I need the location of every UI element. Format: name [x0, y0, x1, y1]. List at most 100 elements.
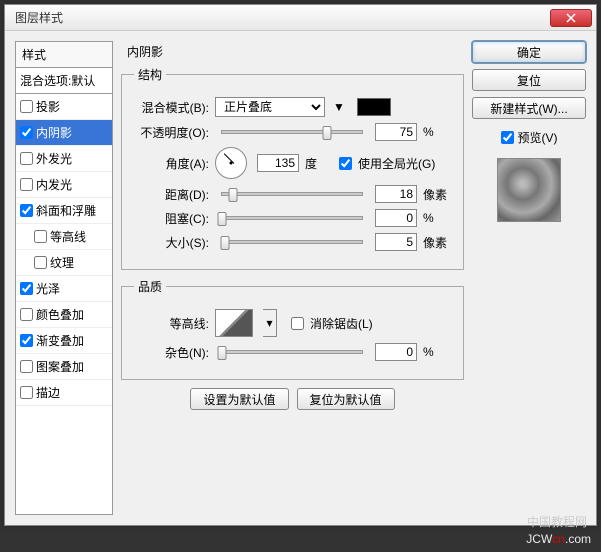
- watermark-url: JCWcn.com: [526, 530, 591, 546]
- choke-row: 阻塞(C): %: [134, 209, 451, 227]
- preview-checkbox[interactable]: [501, 131, 514, 144]
- style-checkbox-5[interactable]: [34, 230, 47, 243]
- global-light-checkbox[interactable]: [339, 157, 352, 170]
- antialias-label: 消除锯齿(L): [310, 315, 373, 332]
- quality-fieldset: 品质 等高线: ▾ 消除锯齿(L) 杂色(N): %: [121, 278, 464, 380]
- preview-thumbnail: [497, 158, 561, 222]
- reset-default-button[interactable]: 复位为默认值: [297, 388, 395, 410]
- size-unit: 像素: [423, 234, 451, 251]
- style-label-2: 外发光: [36, 150, 72, 167]
- style-item-10[interactable]: 图案叠加: [16, 354, 112, 380]
- size-input[interactable]: [375, 233, 417, 251]
- structure-fieldset: 结构 混合模式(B): 正片叠底 ▼ 不透明度(O): % 角度(A):: [121, 66, 464, 270]
- angle-dial[interactable]: [215, 147, 247, 179]
- contour-picker-button[interactable]: ▾: [263, 309, 277, 337]
- main-panel: 内阴影 结构 混合模式(B): 正片叠底 ▼ 不透明度(O): % 角度(A):: [121, 41, 464, 515]
- noise-input[interactable]: [375, 343, 417, 361]
- ok-button[interactable]: 确定: [472, 41, 586, 63]
- noise-row: 杂色(N): %: [134, 343, 451, 361]
- choke-label: 阻塞(C):: [134, 210, 209, 227]
- style-item-5[interactable]: 等高线: [16, 224, 112, 250]
- choke-slider[interactable]: [221, 216, 363, 220]
- close-icon: [566, 13, 576, 23]
- styles-header: 样式: [16, 42, 112, 68]
- dialog-title: 图层样式: [15, 9, 550, 26]
- watermark-cn: 中国教程网: [527, 513, 587, 530]
- new-style-button[interactable]: 新建样式(W)...: [472, 97, 586, 119]
- contour-swatch[interactable]: [215, 309, 253, 337]
- distance-unit: 像素: [423, 186, 451, 203]
- defaults-row: 设置为默认值 复位为默认值: [121, 388, 464, 410]
- noise-slider[interactable]: [221, 350, 363, 354]
- preview-label: 预览(V): [518, 129, 558, 146]
- styles-panel: 样式 混合选项:默认 投影内阴影外发光内发光斜面和浮雕等高线纹理光泽颜色叠加渐变…: [15, 41, 113, 515]
- style-label-7: 光泽: [36, 280, 60, 297]
- style-item-1[interactable]: 内阴影: [16, 120, 112, 146]
- size-row: 大小(S): 像素: [134, 233, 451, 251]
- choke-unit: %: [423, 211, 451, 225]
- style-checkbox-0[interactable]: [20, 100, 33, 113]
- style-item-0[interactable]: 投影: [16, 94, 112, 120]
- angle-input[interactable]: [257, 154, 299, 172]
- style-checkbox-6[interactable]: [34, 256, 47, 269]
- cancel-button[interactable]: 复位: [472, 69, 586, 91]
- style-checkbox-4[interactable]: [20, 204, 33, 217]
- style-checkbox-11[interactable]: [20, 386, 33, 399]
- style-item-8[interactable]: 颜色叠加: [16, 302, 112, 328]
- preview-row: 预览(V): [501, 129, 558, 146]
- opacity-row: 不透明度(O): %: [134, 123, 451, 141]
- style-label-1: 内阴影: [36, 124, 72, 141]
- opacity-input[interactable]: [375, 123, 417, 141]
- distance-slider[interactable]: [221, 192, 363, 196]
- opacity-slider[interactable]: [221, 130, 363, 134]
- close-button[interactable]: [550, 9, 592, 27]
- layer-style-dialog: 图层样式 样式 混合选项:默认 投影内阴影外发光内发光斜面和浮雕等高线纹理光泽颜…: [4, 4, 597, 526]
- structure-legend: 结构: [134, 66, 166, 83]
- size-label: 大小(S):: [134, 234, 209, 251]
- opacity-unit: %: [423, 125, 451, 139]
- style-item-4[interactable]: 斜面和浮雕: [16, 198, 112, 224]
- style-checkbox-10[interactable]: [20, 360, 33, 373]
- style-checkbox-9[interactable]: [20, 334, 33, 347]
- size-slider[interactable]: [221, 240, 363, 244]
- distance-input[interactable]: [375, 185, 417, 203]
- style-checkbox-8[interactable]: [20, 308, 33, 321]
- antialias-checkbox[interactable]: [291, 317, 304, 330]
- blend-mode-select[interactable]: 正片叠底: [215, 97, 325, 117]
- distance-row: 距离(D): 像素: [134, 185, 451, 203]
- style-checkbox-2[interactable]: [20, 152, 33, 165]
- right-panel: 确定 复位 新建样式(W)... 预览(V): [472, 41, 586, 515]
- choke-input[interactable]: [375, 209, 417, 227]
- style-item-3[interactable]: 内发光: [16, 172, 112, 198]
- contour-label: 等高线:: [134, 315, 209, 332]
- angle-label: 角度(A):: [134, 155, 209, 172]
- style-item-9[interactable]: 渐变叠加: [16, 328, 112, 354]
- style-checkbox-1[interactable]: [20, 126, 33, 139]
- style-label-9: 渐变叠加: [36, 332, 84, 349]
- opacity-label: 不透明度(O):: [134, 124, 209, 141]
- angle-row: 角度(A): 度 使用全局光(G): [134, 147, 451, 179]
- global-light-label: 使用全局光(G): [358, 155, 435, 172]
- style-item-7[interactable]: 光泽: [16, 276, 112, 302]
- style-label-11: 描边: [36, 384, 60, 401]
- blend-options-item[interactable]: 混合选项:默认: [16, 68, 112, 94]
- contour-row: 等高线: ▾ 消除锯齿(L): [134, 309, 451, 337]
- style-item-2[interactable]: 外发光: [16, 146, 112, 172]
- set-default-button[interactable]: 设置为默认值: [190, 388, 288, 410]
- titlebar[interactable]: 图层样式: [5, 5, 596, 31]
- dialog-body: 样式 混合选项:默认 投影内阴影外发光内发光斜面和浮雕等高线纹理光泽颜色叠加渐变…: [5, 31, 596, 525]
- style-item-6[interactable]: 纹理: [16, 250, 112, 276]
- chevron-down-icon[interactable]: ▼: [331, 98, 347, 116]
- style-checkbox-3[interactable]: [20, 178, 33, 191]
- shadow-color-swatch[interactable]: [357, 98, 391, 116]
- style-label-5: 等高线: [50, 228, 86, 245]
- section-title: 内阴影: [127, 43, 464, 60]
- style-label-4: 斜面和浮雕: [36, 202, 96, 219]
- style-label-10: 图案叠加: [36, 358, 84, 375]
- style-label-8: 颜色叠加: [36, 306, 84, 323]
- noise-unit: %: [423, 345, 451, 359]
- style-label-3: 内发光: [36, 176, 72, 193]
- blend-mode-row: 混合模式(B): 正片叠底 ▼: [134, 97, 451, 117]
- style-checkbox-7[interactable]: [20, 282, 33, 295]
- style-item-11[interactable]: 描边: [16, 380, 112, 406]
